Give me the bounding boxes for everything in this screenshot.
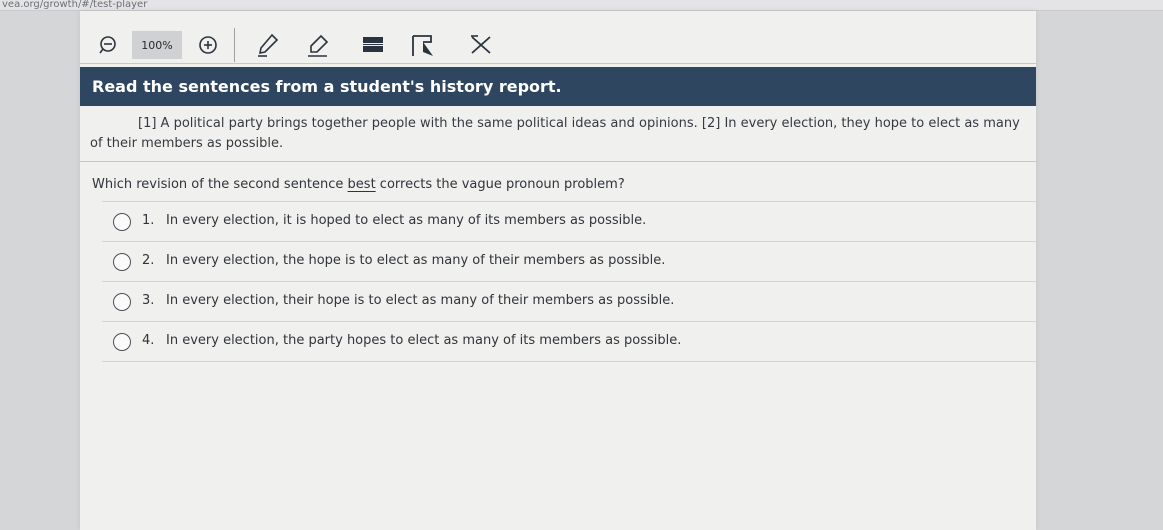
instruction-text: Read the sentences from a student's hist… (92, 77, 562, 96)
choice-text: In every election, the party hopes to el… (166, 333, 682, 348)
choice-number: 2. (142, 253, 155, 268)
choice-number: 1. (142, 213, 155, 228)
choice-number: 4. (142, 333, 155, 348)
passage: [1] A political party brings together pe… (90, 114, 1020, 154)
browser-url-bar[interactable]: vea.org/growth/#/test-player (0, 0, 1163, 11)
choice-number: 3. (142, 293, 155, 308)
choice-text: In every election, their hope is to elec… (166, 293, 675, 308)
zoom-in-icon[interactable] (196, 33, 220, 57)
answer-choice-3[interactable]: 3. In every election, their hope is to e… (102, 282, 1036, 322)
toolbar-separator (234, 28, 235, 62)
choice-text: In every election, the hope is to elect … (166, 253, 666, 268)
question-stem: Which revision of the second sentence be… (92, 177, 625, 192)
pencil-icon[interactable] (254, 31, 282, 59)
zoom-level: 100% (132, 31, 182, 59)
radio-button-4[interactable] (113, 333, 131, 351)
answer-choice-1[interactable]: 1. In every election, it is hoped to ele… (102, 202, 1036, 242)
flag-icon[interactable] (408, 31, 438, 59)
toolbar: 100% (80, 25, 1036, 64)
answer-choice-2[interactable]: 2. In every election, the hope is to ele… (102, 242, 1036, 282)
answer-choice-4[interactable]: 4. In every election, the party hopes to… (102, 322, 1036, 362)
instruction-banner: Read the sentences from a student's hist… (80, 67, 1036, 106)
radio-button-3[interactable] (113, 293, 131, 311)
url-text: vea.org/growth/#/test-player (2, 0, 148, 10)
passage-text: [1] A political party brings together pe… (90, 116, 1020, 151)
question-suffix: corrects the vague pronoun problem? (375, 177, 625, 192)
line-reader-icon[interactable] (360, 33, 386, 57)
answer-eliminator-icon[interactable] (468, 33, 494, 57)
radio-button-2[interactable] (113, 253, 131, 271)
choice-text: In every election, it is hoped to elect … (166, 213, 647, 228)
answer-choices: 1. In every election, it is hoped to ele… (102, 201, 1036, 362)
zoom-out-icon[interactable] (96, 33, 120, 57)
radio-button-1[interactable] (113, 213, 131, 231)
question-emphasis: best (347, 177, 376, 192)
question-prefix: Which revision of the second sentence (92, 177, 348, 192)
highlighter-icon[interactable] (304, 31, 332, 59)
test-player: 100% Read the sentences from a student's… (80, 11, 1036, 530)
zoom-level-label: 100% (141, 38, 173, 52)
passage-divider (80, 161, 1036, 162)
